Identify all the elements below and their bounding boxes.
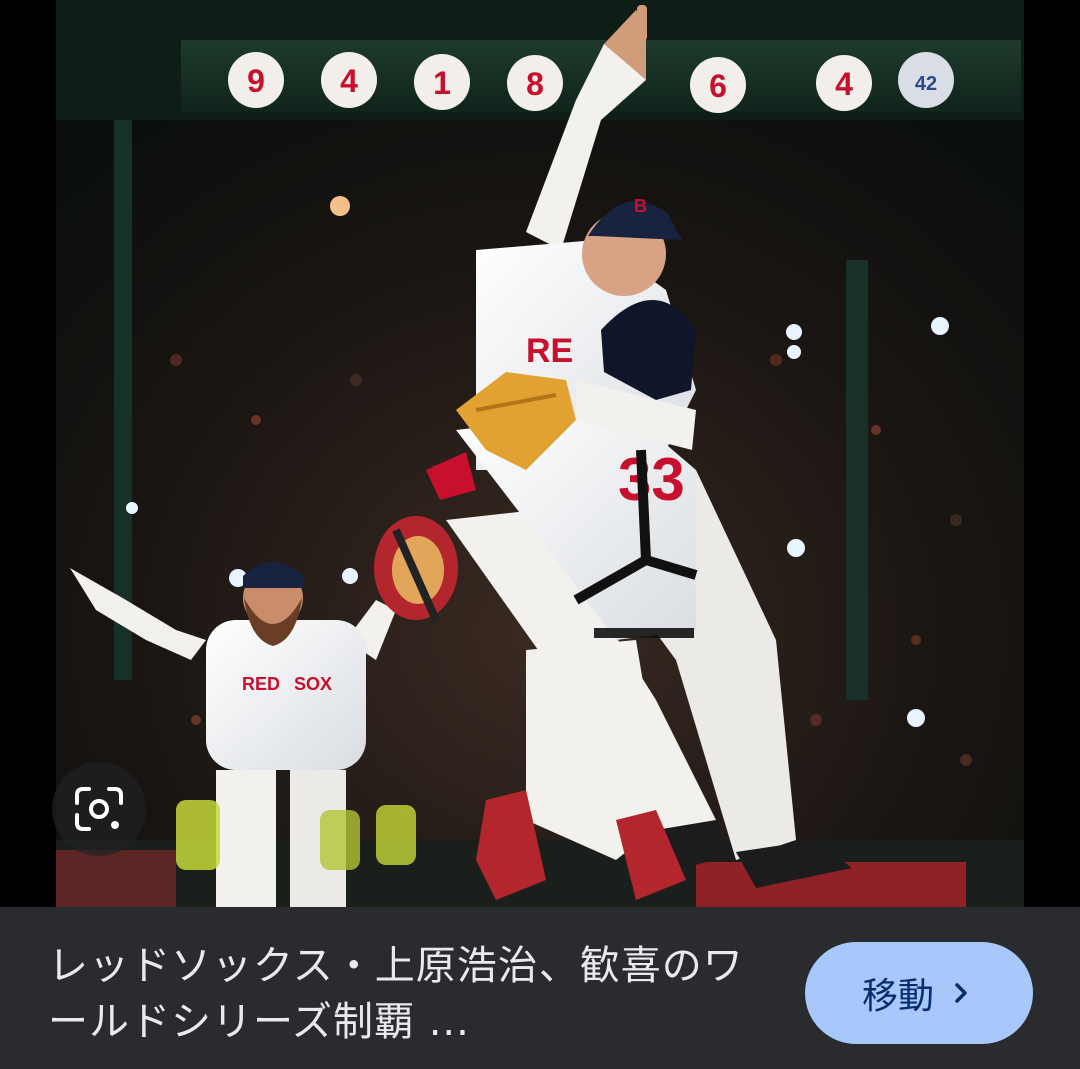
catcher-mitt [374, 516, 458, 622]
svg-text:RED: RED [242, 674, 280, 694]
goto-button[interactable]: 移動 [805, 942, 1033, 1044]
image-viewer: 9 4 1 8 6 4 42 RED SOX RE B 33 レッドソックス・上… [0, 0, 1080, 1069]
google-lens-icon [75, 787, 123, 831]
retired-number: 8 [526, 66, 544, 102]
goto-button-label: 移動 [861, 976, 934, 1017]
retired-number: 9 [247, 63, 265, 99]
retired-number: 1 [433, 65, 451, 101]
retired-number: 4 [835, 66, 853, 102]
svg-text:RE: RE [526, 332, 573, 370]
retired-number: 4 [340, 63, 358, 99]
photo[interactable]: 9 4 1 8 6 4 42 RED SOX RE B 33 [56, 0, 1024, 907]
chevron-right-icon [955, 983, 967, 1003]
retired-number: 6 [709, 68, 727, 104]
jersey-number: 33 [618, 446, 685, 513]
result-title[interactable]: レッドソックス・上原浩治、歓喜のワールドシリーズ制覇 ... [48, 938, 768, 1050]
svg-text:B: B [634, 196, 647, 216]
svg-text:SOX: SOX [294, 674, 332, 694]
retired-number: 42 [915, 73, 937, 95]
lens-search-button[interactable] [52, 762, 146, 856]
